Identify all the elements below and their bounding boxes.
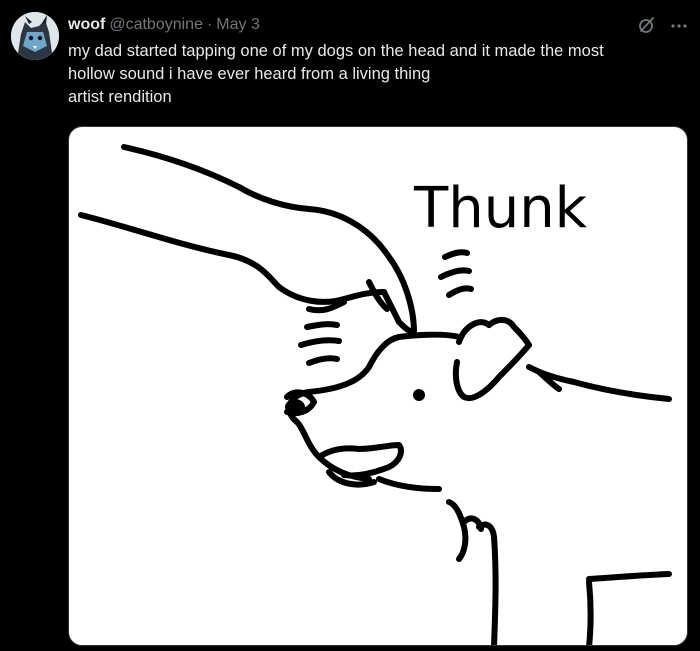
tweet-header: woof @catboynine · May 3 — [68, 14, 690, 36]
author-name[interactable]: woof — [68, 16, 105, 34]
grok-icon[interactable] — [636, 14, 658, 36]
tweet-date[interactable]: May 3 — [216, 16, 260, 34]
tweet-text-line: artist rendition — [68, 88, 172, 106]
more-icon[interactable] — [668, 14, 690, 36]
dog-nose — [285, 399, 305, 415]
avatar-image — [11, 12, 59, 60]
separator-dot: · — [206, 16, 213, 33]
tweet-text: my dad started tapping one of my dogs on… — [68, 40, 688, 109]
header-actions — [636, 14, 690, 36]
avatar[interactable] — [11, 12, 59, 60]
tweet-media[interactable]: Thunk — [68, 126, 688, 646]
thunk-text: Thunk — [413, 176, 588, 241]
tweet: woof @catboynine · May 3 my dad started … — [0, 0, 700, 651]
tweet-text-line: hollow sound i have ever heard from a li… — [68, 65, 431, 83]
tweet-text-line: my dad started tapping one of my dogs on… — [68, 42, 604, 60]
dog-eye — [413, 389, 425, 401]
author-handle[interactable]: @catboynine — [109, 16, 203, 34]
drawing-image: Thunk — [78, 144, 672, 645]
